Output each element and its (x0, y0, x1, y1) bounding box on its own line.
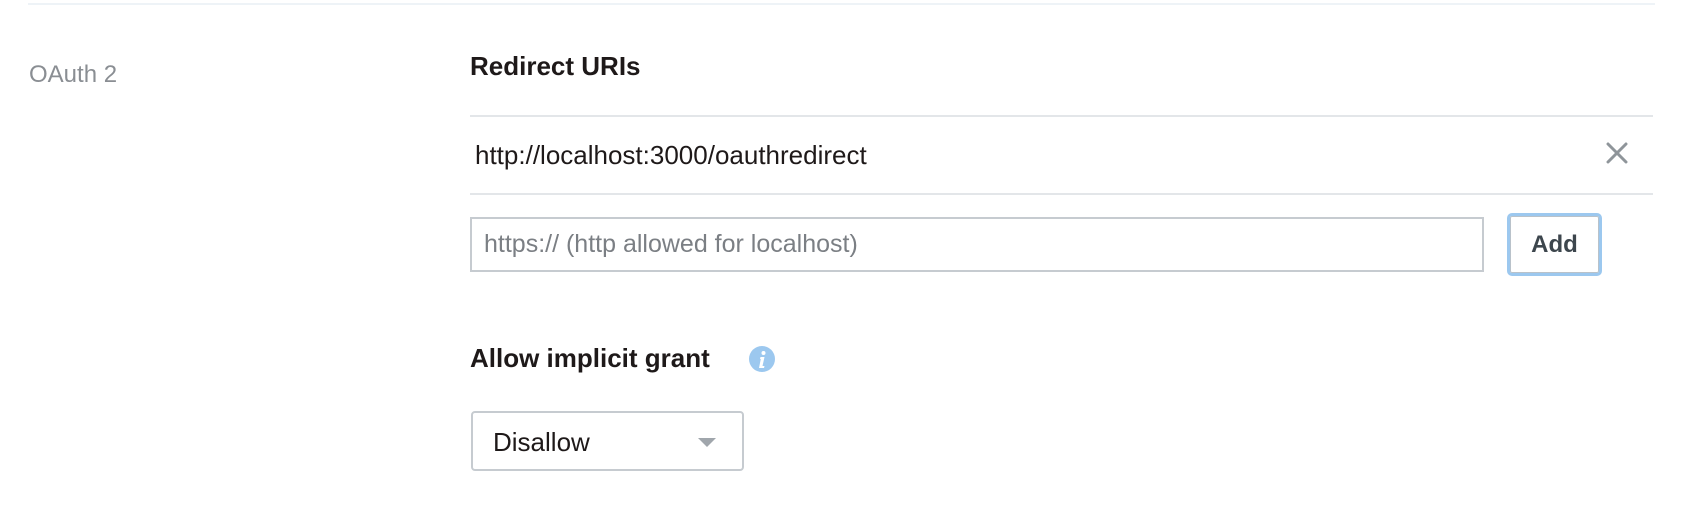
implicit-grant-select[interactable]: Disallow (471, 411, 744, 471)
implicit-grant-selected-value: Disallow (493, 427, 590, 457)
info-icon[interactable] (748, 345, 776, 373)
redirect-uri-value: http://localhost:3000/oauthredirect (475, 140, 867, 170)
section-divider (28, 3, 1655, 5)
redirect-uris-heading: Redirect URIs (470, 51, 641, 81)
redirect-uri-row: http://localhost:3000/oauthredirect (470, 115, 1653, 195)
oauth-settings-page: OAuth 2 Redirect URIs http://localhost:3… (0, 0, 1706, 512)
remove-redirect-uri-button[interactable] (1601, 137, 1633, 169)
add-redirect-uri-button[interactable]: Add (1507, 213, 1602, 276)
close-icon (1606, 142, 1628, 164)
redirect-uri-input[interactable] (470, 217, 1484, 272)
allow-implicit-grant-heading: Allow implicit grant (470, 343, 710, 373)
section-label: OAuth 2 (29, 61, 118, 88)
chevron-down-icon (698, 438, 716, 447)
